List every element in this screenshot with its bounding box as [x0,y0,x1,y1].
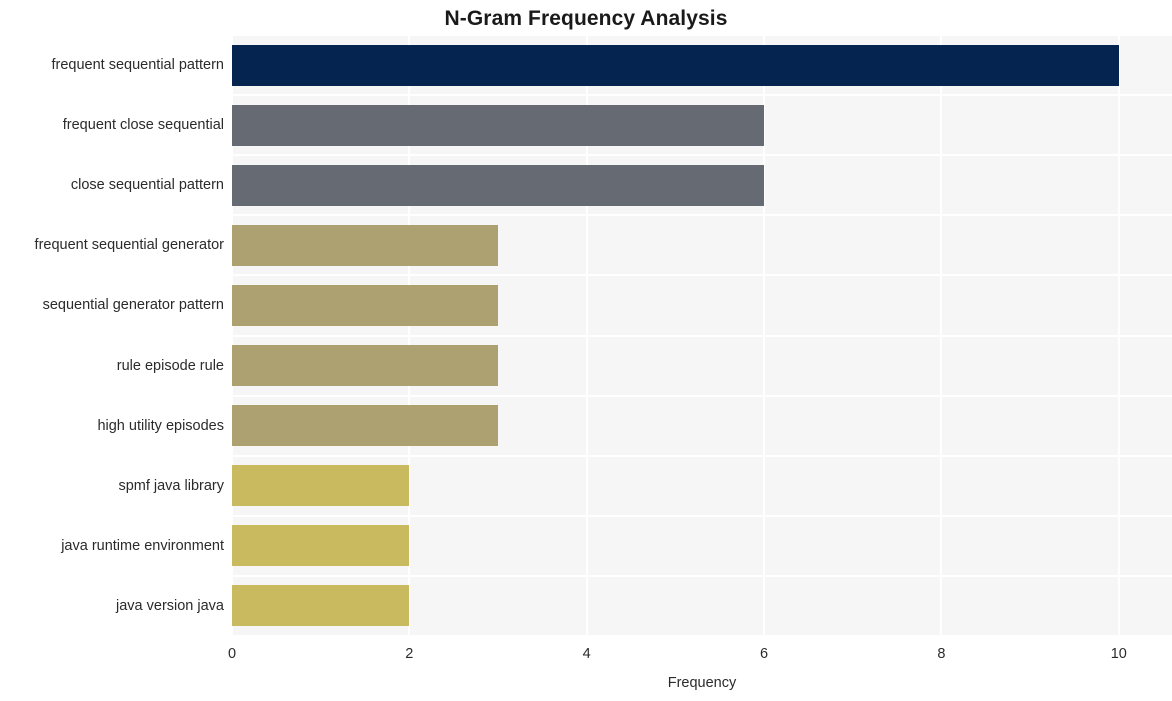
bars-layer [232,35,1172,636]
y-axis-tick-label: rule episode rule [116,357,224,374]
y-axis-tick-label: java version java [116,597,224,614]
y-axis-tick-label: frequent sequential generator [34,237,224,254]
ngram-frequency-chart: N-Gram Frequency Analysis frequent seque… [0,0,1172,701]
x-axis-tick-label: 0 [227,646,237,662]
x-axis-tick-label: 2 [405,646,414,662]
y-axis-tick-label: java runtime environment [61,537,224,554]
y-axis-tick-label: spmf java library [118,477,224,494]
bar [232,405,499,447]
bar [232,284,499,326]
x-axis-title: Frequency [667,675,737,691]
bar [232,104,765,146]
bar [232,44,1119,86]
bar [232,345,499,387]
y-axis-tick-label: sequential generator pattern [42,297,224,314]
x-axis-ticks: 0 2 4 6 8 10 [0,645,1172,667]
bar [232,465,410,507]
bar [232,525,410,567]
y-axis-tick-label: frequent sequential pattern [51,57,224,74]
x-axis-tick-label: 10 [1110,646,1127,662]
x-axis-tick-label: 4 [582,646,591,662]
y-axis-tick-label: high utility episodes [97,417,224,434]
bar [232,585,410,627]
x-axis-tick-label: 8 [937,646,946,662]
chart-title: N-Gram Frequency Analysis [444,7,728,30]
bar [232,164,765,206]
y-axis-labels: frequent sequential pattern frequent clos… [0,35,224,636]
y-axis-tick-label: frequent close sequential [62,117,224,134]
y-axis-tick-label: close sequential pattern [70,177,224,194]
plot-area [232,35,1172,636]
bar [232,224,499,266]
x-axis-tick-label: 6 [760,646,769,662]
